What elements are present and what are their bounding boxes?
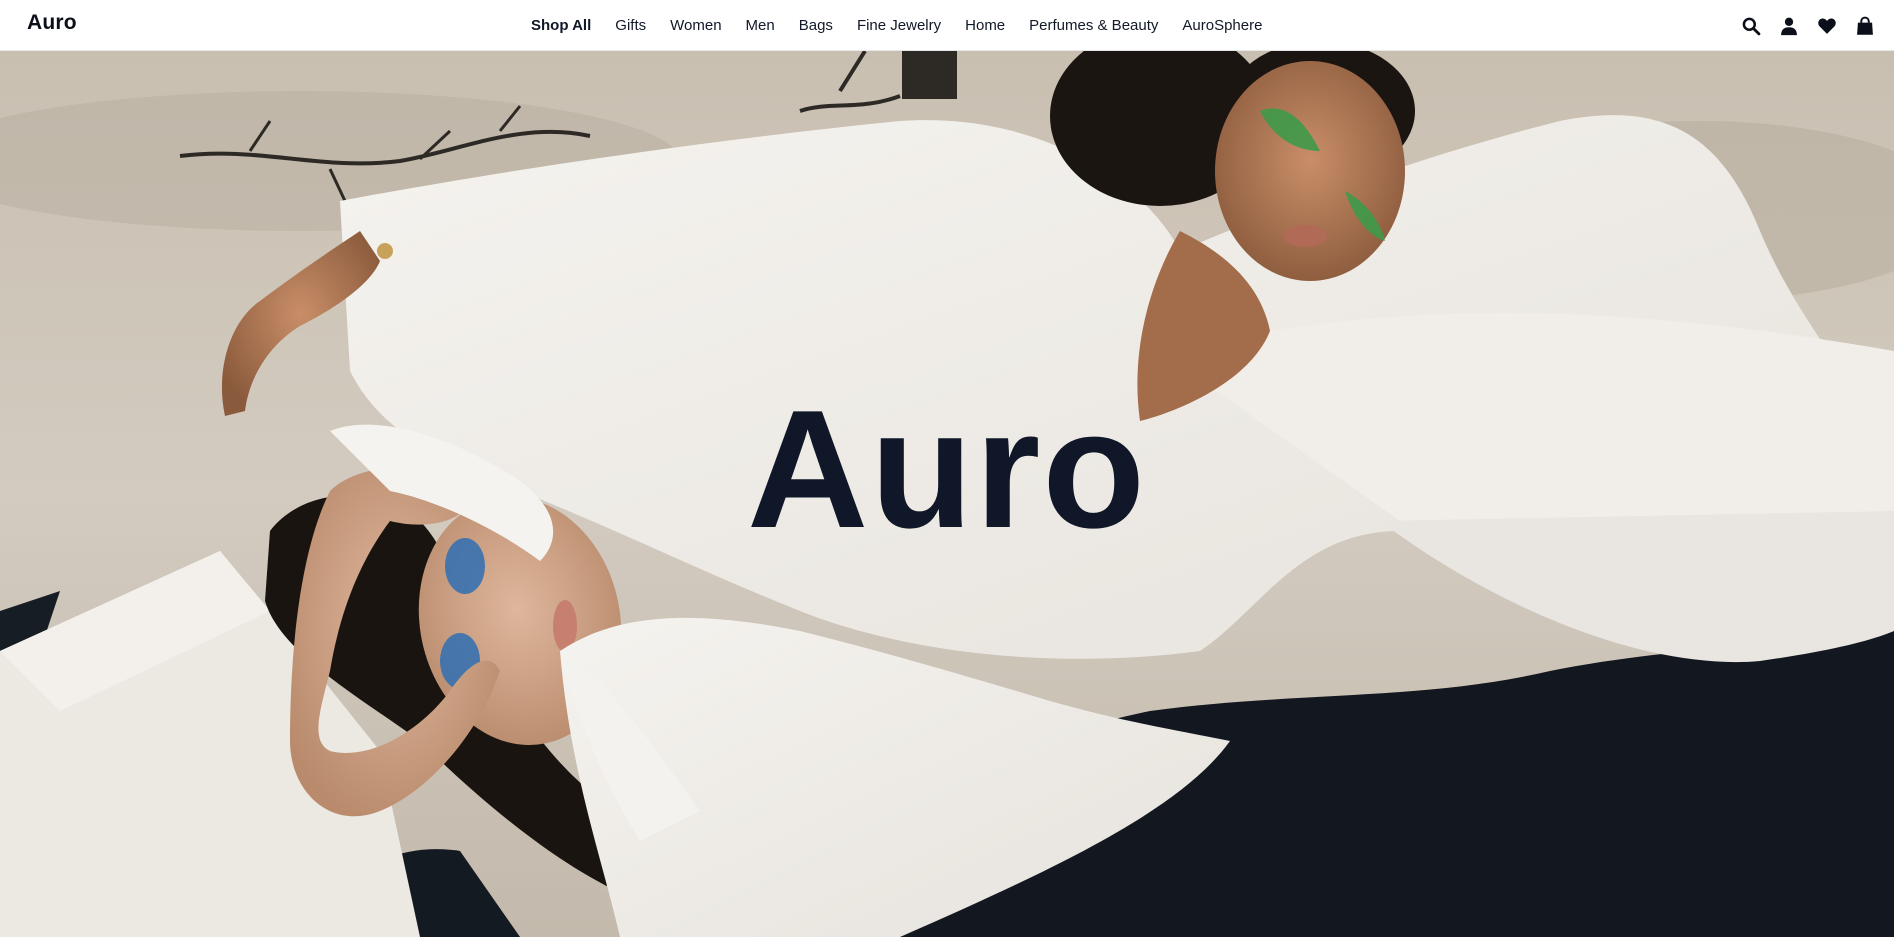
- nav-item-shop-all[interactable]: Shop All: [531, 17, 591, 34]
- nav-item-perfumes-beauty[interactable]: Perfumes & Beauty: [1029, 17, 1158, 34]
- nav-item-bags[interactable]: Bags: [799, 17, 833, 34]
- wishlist-heart-icon[interactable]: [1816, 15, 1838, 37]
- search-icon[interactable]: [1740, 15, 1762, 37]
- nav-item-men[interactable]: Men: [746, 17, 775, 34]
- hero-title: Auro: [747, 375, 1147, 563]
- nav-item-aurosphere[interactable]: AuroSphere: [1182, 17, 1262, 34]
- nav-item-fine-jewelry[interactable]: Fine Jewelry: [857, 17, 941, 34]
- nav-item-women[interactable]: Women: [670, 17, 721, 34]
- nav-item-home[interactable]: Home: [965, 17, 1005, 34]
- header-actions: [1724, 0, 1876, 51]
- main-nav: Shop All Gifts Women Men Bags Fine Jewel…: [531, 0, 1262, 51]
- site-header: Auro Shop All Gifts Women Men Bags Fine …: [0, 0, 1894, 51]
- logo[interactable]: Auro: [27, 11, 77, 35]
- account-icon[interactable]: [1778, 15, 1800, 37]
- shopping-bag-icon[interactable]: [1854, 15, 1876, 37]
- nav-item-gifts[interactable]: Gifts: [615, 17, 646, 34]
- hero-banner: Auro: [0, 51, 1894, 937]
